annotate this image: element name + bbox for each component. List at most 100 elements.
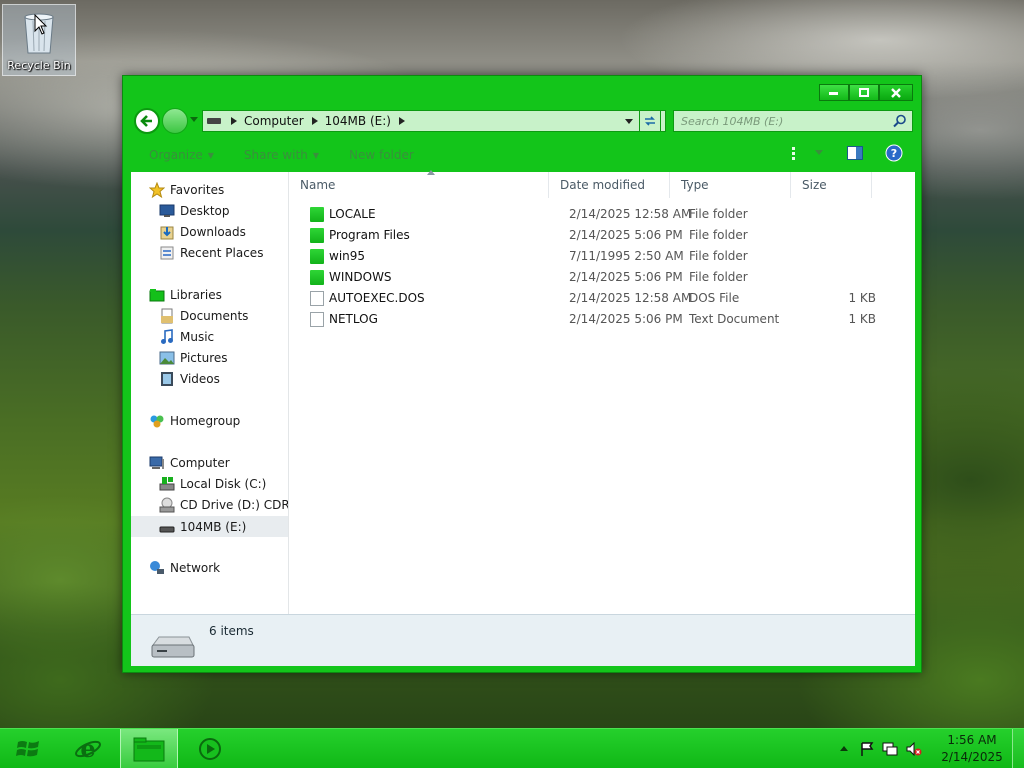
taskbar-windows-explorer[interactable] (120, 729, 178, 768)
navigation-pane: Favorites Desktop Downloads Recent Place… (131, 172, 289, 614)
file-list: Name Date modified Type Size LOCALE 2/14… (290, 170, 915, 614)
show-desktop-button[interactable] (1012, 729, 1024, 768)
network-status-icon[interactable] (882, 742, 898, 756)
breadcrumb-chevron-icon[interactable] (398, 117, 405, 125)
minimize-icon (829, 91, 838, 95)
nav-drive-e[interactable]: 104MB (E:) (131, 516, 288, 537)
chevron-down-icon: ▼ (207, 150, 214, 160)
nav-documents[interactable]: Documents (159, 308, 248, 324)
minimize-button[interactable] (819, 84, 849, 101)
nav-videos-label: Videos (180, 372, 220, 386)
file-name: NETLOG (329, 312, 378, 326)
clock-time: 1:56 AM (947, 733, 997, 747)
nav-favorites[interactable]: Favorites (149, 182, 224, 198)
column-header-size[interactable]: Size (792, 172, 872, 198)
file-date: 2/14/2025 12:58 AM (569, 207, 692, 221)
nav-downloads[interactable]: Downloads (159, 224, 246, 240)
action-center-flag-icon[interactable] (860, 742, 874, 756)
organize-button[interactable]: Organize ▼ (149, 148, 214, 162)
nav-computer[interactable]: Computer (149, 455, 230, 471)
file-size: 1 KB (848, 291, 876, 305)
change-view-icon[interactable] (791, 146, 797, 160)
nav-music[interactable]: Music (159, 329, 214, 345)
address-dropdown-icon[interactable] (625, 119, 633, 125)
window-controls (819, 84, 913, 101)
column-name-label: Name (300, 178, 336, 192)
nav-computer-label: Computer (170, 456, 230, 470)
search-icon[interactable] (893, 114, 907, 128)
pictures-icon (159, 350, 175, 366)
nav-network[interactable]: Network (149, 560, 220, 576)
nav-desktop[interactable]: Desktop (159, 203, 230, 219)
folder-icon (133, 737, 165, 761)
close-icon (891, 87, 901, 98)
file-name: WINDOWS (329, 270, 392, 284)
documents-icon (159, 308, 175, 324)
show-hidden-icons-chevron-icon[interactable] (840, 746, 848, 752)
breadcrumb-chevron-icon[interactable] (231, 117, 237, 125)
forward-button[interactable] (162, 108, 188, 134)
share-with-button[interactable]: Share with ▼ (244, 148, 319, 162)
view-options-chevron-icon[interactable] (815, 150, 823, 156)
videos-icon (159, 371, 175, 387)
file-row[interactable]: AUTOEXEC.DOS 2/14/2025 12:58 AM DOS File… (290, 288, 890, 309)
column-header-date-modified[interactable]: Date modified (550, 172, 670, 198)
breadcrumb-computer[interactable]: Computer (244, 114, 304, 128)
maximize-icon (859, 88, 869, 97)
nav-local-disk-c[interactable]: Local Disk (C:) (159, 476, 266, 492)
file-row[interactable]: Program Files 2/14/2025 5:06 PM File fol… (290, 225, 890, 246)
svg-text:e: e (80, 735, 95, 763)
file-row[interactable]: WINDOWS 2/14/2025 5:06 PM File folder (290, 267, 890, 288)
help-icon[interactable]: ? (885, 144, 903, 162)
folder-icon (310, 249, 324, 264)
preview-pane-icon[interactable] (847, 146, 863, 160)
notification-area: 1:56 AM 2/14/2025 (840, 729, 1024, 768)
windows-logo-icon (16, 741, 39, 757)
maximize-button[interactable] (849, 84, 879, 101)
media-player-icon (199, 738, 221, 760)
volume-muted-icon[interactable] (906, 742, 922, 756)
libraries-icon (149, 287, 165, 303)
navigation-bar: Computer 104MB (E:) (131, 108, 913, 134)
nav-libraries[interactable]: Libraries (149, 287, 222, 303)
text-file-icon (310, 312, 324, 327)
breadcrumb-drive-e[interactable]: 104MB (E:) (325, 114, 391, 128)
downloads-icon (159, 224, 175, 240)
back-arrow-icon (140, 115, 152, 127)
start-button[interactable] (8, 729, 48, 768)
item-count: 6 items (209, 624, 254, 638)
back-button[interactable] (134, 108, 160, 134)
svg-text:?: ? (891, 147, 897, 160)
desktop-icon (159, 203, 175, 219)
column-header-name[interactable]: Name (290, 170, 549, 198)
refresh-button[interactable] (639, 110, 661, 132)
nav-music-label: Music (180, 330, 215, 344)
homegroup-icon (149, 413, 165, 429)
nav-videos[interactable]: Videos (159, 371, 220, 387)
nav-pictures[interactable]: Pictures (159, 350, 228, 366)
file-row[interactable]: win95 7/11/1995 2:50 AM File folder (290, 246, 890, 267)
recent-pages-chevron-icon[interactable] (190, 117, 198, 123)
clock[interactable]: 1:56 AM 2/14/2025 (932, 732, 1012, 766)
file-row[interactable]: LOCALE 2/14/2025 12:58 AM File folder (290, 204, 890, 225)
file-size: 1 KB (848, 312, 876, 326)
view-controls: ? (791, 144, 909, 162)
file-row[interactable]: NETLOG 2/14/2025 5:06 PM Text Document 1… (290, 309, 890, 330)
new-folder-button[interactable]: New folder (349, 148, 414, 162)
new-folder-label: New folder (348, 148, 414, 162)
column-header-type[interactable]: Type (671, 172, 791, 198)
folder-icon (310, 228, 324, 243)
address-bar[interactable]: Computer 104MB (E:) (202, 110, 666, 132)
nav-recent-places[interactable]: Recent Places (159, 245, 263, 261)
breadcrumb-chevron-icon[interactable] (311, 117, 318, 125)
close-button[interactable] (879, 84, 913, 101)
nav-libraries-label: Libraries (170, 288, 222, 302)
folder-icon (310, 207, 324, 222)
nav-homegroup[interactable]: Homegroup (149, 413, 240, 429)
search-input[interactable] (674, 114, 893, 128)
taskbar-internet-explorer[interactable]: e (68, 729, 108, 768)
taskbar-media-player[interactable] (190, 729, 230, 768)
nav-cd-drive-d[interactable]: CD Drive (D:) CDROM (159, 497, 288, 513)
search-box[interactable] (673, 110, 913, 132)
taskbar: e 1:56 AM 2/14/2025 (0, 728, 1024, 768)
